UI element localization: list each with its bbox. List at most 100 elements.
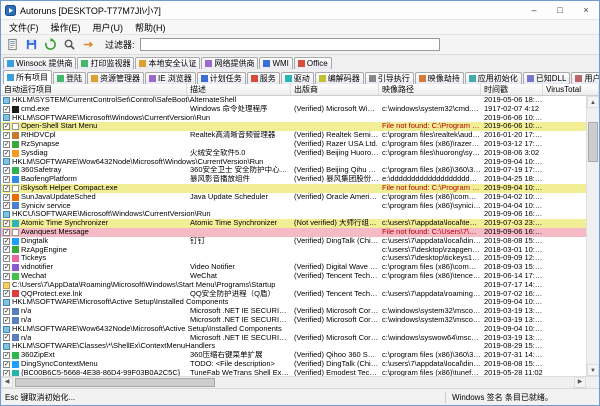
tab-upper-3[interactable]: 网络提供商 bbox=[201, 57, 258, 69]
location-row[interactable]: HKLM\SOFTWARE\Wow6432Node\Microsoft\Acti… bbox=[1, 325, 586, 334]
close-button[interactable]: × bbox=[573, 1, 599, 19]
entry-row[interactable]: ✓Open-Shell Start MenuFile not found: C:… bbox=[1, 122, 586, 131]
horizontal-scroll-track[interactable] bbox=[13, 377, 574, 388]
column-header-5[interactable]: VirusTotal bbox=[543, 84, 599, 95]
entry-row[interactable]: ✓n/aMicrosoft .NET IE SECURITY REGISTRAT… bbox=[1, 307, 586, 316]
column-header-3[interactable]: 映像路径 bbox=[379, 84, 481, 95]
entry-row[interactable]: ✓Dingtalk钉钉(Verified) DingTalk (China) I… bbox=[1, 237, 586, 246]
scroll-up-icon[interactable]: ▲ bbox=[587, 96, 599, 108]
tab-lower-3[interactable]: IE 浏览器 bbox=[145, 72, 196, 84]
jump-to-button[interactable] bbox=[80, 37, 97, 53]
entry-row[interactable]: ✓BaofengPlatform暴风影音播放组件(Verified) 暴风集团股… bbox=[1, 175, 586, 184]
location-row[interactable]: HKLM\SOFTWARE\Microsoft\Windows\CurrentV… bbox=[1, 114, 586, 123]
tab-lower-5[interactable]: 服务 bbox=[247, 72, 280, 84]
menu-item-3[interactable]: 帮助(H) bbox=[129, 21, 172, 34]
tab-upper-2[interactable]: 本地安全认证 bbox=[135, 57, 200, 69]
entry-row[interactable]: ✓vidnotifierVideo Notifier(Verified) Dig… bbox=[1, 263, 586, 272]
location-row[interactable]: HKLM\SOFTWARE\Microsoft\Active Setup\Ins… bbox=[1, 298, 586, 307]
properties-button[interactable] bbox=[4, 37, 21, 53]
entry-checkbox[interactable]: ✓ bbox=[3, 132, 10, 139]
tab-lower-11[interactable]: 已知DLL bbox=[523, 72, 571, 84]
entry-checkbox[interactable]: ✓ bbox=[3, 150, 10, 157]
entry-row[interactable]: ✓WechatWeChat(Verified) Tencent Technolo… bbox=[1, 272, 586, 281]
entry-row[interactable]: ✓Syniciv servicec:\program files (x86)\s… bbox=[1, 202, 586, 211]
entry-checkbox[interactable]: ✓ bbox=[3, 202, 10, 209]
save-button[interactable] bbox=[23, 37, 40, 53]
entry-row[interactable]: ✓Tickeysc:\users\7\desktop\tickeys1.1.1\… bbox=[1, 254, 586, 263]
entry-checkbox[interactable]: ✓ bbox=[3, 255, 10, 262]
location-row[interactable]: HKLM\SYSTEM\CurrentControlSet\Control\Sa… bbox=[1, 96, 586, 105]
entry-checkbox[interactable]: ✓ bbox=[3, 264, 10, 271]
tab-lower-6[interactable]: 驱动 bbox=[281, 72, 314, 84]
entry-row[interactable]: ✓QQProtect.exe.lnkQQ安全防护进程（Q盾）(Verified)… bbox=[1, 290, 586, 299]
scroll-right-icon[interactable]: ▶ bbox=[574, 377, 586, 388]
entry-row[interactable]: ✓360ZipExt360压缩右键菜单扩展(Verified) Qihoo 36… bbox=[1, 351, 586, 360]
tab-lower-1[interactable]: 登陆 bbox=[53, 72, 86, 84]
entry-row[interactable]: ✓n/aMicrosoft .NET IE SECURITY REGISTRAT… bbox=[1, 334, 586, 343]
tab-upper-5[interactable]: Office bbox=[294, 57, 332, 69]
minimize-button[interactable]: – bbox=[521, 1, 547, 19]
entry-row[interactable]: ✓DingSyncContextMenuTODO: <File descript… bbox=[1, 360, 586, 369]
scroll-left-icon[interactable]: ◀ bbox=[1, 377, 13, 388]
menu-item-0[interactable]: 文件(F) bbox=[3, 21, 45, 34]
entry-checkbox[interactable]: ✓ bbox=[3, 176, 10, 183]
entry-checkbox[interactable]: ✓ bbox=[3, 273, 10, 280]
scroll-down-icon[interactable]: ▼ bbox=[587, 364, 599, 376]
entry-checkbox[interactable]: ✓ bbox=[3, 246, 10, 253]
filter-input[interactable] bbox=[140, 38, 440, 51]
entry-checkbox[interactable]: ✓ bbox=[3, 185, 10, 192]
entry-row[interactable]: ✓RtHDVCplRealtek高清晰音频管理器(Verified) Realt… bbox=[1, 131, 586, 140]
tab-lower-12[interactable]: 用户登录 bbox=[571, 72, 600, 84]
entry-checkbox[interactable]: ✓ bbox=[3, 317, 10, 324]
entry-checkbox[interactable]: ✓ bbox=[3, 334, 10, 341]
entry-row[interactable]: ✓cmd.exeWindows 命令处理程序(Verified) Microso… bbox=[1, 105, 586, 114]
entry-row[interactable]: ✓{BC00B6C5-5668-4E38-86D4-99F03B0A2C5C}T… bbox=[1, 369, 586, 376]
vertical-scroll-thumb[interactable] bbox=[588, 122, 598, 162]
find-button[interactable] bbox=[61, 37, 78, 53]
location-row[interactable]: HKLM\SOFTWARE\Wow6432Node\Microsoft\Wind… bbox=[1, 158, 586, 167]
column-header-2[interactable]: 出版商 bbox=[291, 84, 379, 95]
location-row[interactable]: HKCU\SOFTWARE\Microsoft\Windows\CurrentV… bbox=[1, 210, 586, 219]
refresh-button[interactable] bbox=[42, 37, 59, 53]
entry-row[interactable]: ✓Avanquest MessageFile not found: C:\Use… bbox=[1, 228, 586, 237]
column-header-0[interactable]: 自动运行项目 bbox=[1, 84, 187, 95]
entry-checkbox[interactable]: ✓ bbox=[3, 167, 10, 174]
tab-lower-9[interactable]: 映像劫持 bbox=[415, 72, 464, 84]
horizontal-scroll-thumb[interactable] bbox=[15, 378, 215, 387]
column-header-4[interactable]: 时间戳 bbox=[481, 84, 543, 95]
tab-lower-4[interactable]: 计划任务 bbox=[197, 72, 246, 84]
entry-checkbox[interactable]: ✓ bbox=[3, 352, 10, 359]
tab-upper-0[interactable]: Winsock 提供商 bbox=[3, 57, 76, 69]
maximize-button[interactable]: □ bbox=[547, 1, 573, 19]
entry-row[interactable]: ✓Atomic Time SynchronizerAtomic Time Syn… bbox=[1, 219, 586, 228]
entry-row[interactable]: ✓360Safetray360安全卫士 安全防护中心模块(Verified) B… bbox=[1, 166, 586, 175]
tab-lower-2[interactable]: 资源管理器 bbox=[87, 72, 144, 84]
location-row[interactable]: HKLM\SOFTWARE\Classes\*\ShellEx\ContextM… bbox=[1, 342, 586, 351]
tab-lower-10[interactable]: 应用初始化 bbox=[465, 72, 522, 84]
menu-item-1[interactable]: 操作(E) bbox=[45, 21, 87, 34]
tab-upper-1[interactable]: 打印监视器 bbox=[77, 57, 134, 69]
entry-row[interactable]: ✓RzSynapse(Verified) Razer USA Ltd.c:\pr… bbox=[1, 140, 586, 149]
entry-checkbox[interactable]: ✓ bbox=[3, 123, 10, 130]
tab-lower-7[interactable]: 编解码器 bbox=[315, 72, 364, 84]
entry-checkbox[interactable]: ✓ bbox=[3, 229, 10, 236]
entry-row[interactable]: ✓Sysdiag火绒安全软件5.0(Verified) Beijing Huor… bbox=[1, 149, 586, 158]
entry-checkbox[interactable]: ✓ bbox=[3, 361, 10, 368]
entry-checkbox[interactable]: ✓ bbox=[3, 141, 10, 148]
tab-upper-4[interactable]: WMI bbox=[259, 57, 292, 69]
column-header-1[interactable]: 描述 bbox=[187, 84, 291, 95]
entry-row[interactable]: ✓SunJavaUpdateSchedJava Update Scheduler… bbox=[1, 193, 586, 202]
vertical-scroll-track[interactable] bbox=[587, 108, 599, 364]
entry-checkbox[interactable]: ✓ bbox=[3, 106, 10, 113]
tab-lower-0[interactable]: 所有项目 bbox=[3, 70, 52, 84]
location-row[interactable]: C:\Users\7\AppData\Roaming\Microsoft\Win… bbox=[1, 281, 586, 290]
entry-checkbox[interactable]: ✓ bbox=[3, 290, 10, 297]
menu-item-2[interactable]: 用户(U) bbox=[87, 21, 130, 34]
tab-lower-8[interactable]: 引导执行 bbox=[365, 72, 414, 84]
horizontal-scrollbar[interactable]: ◀ ▶ bbox=[1, 377, 586, 388]
entry-checkbox[interactable]: ✓ bbox=[3, 308, 10, 315]
entry-row[interactable]: ✓iSkysoft Helper Compact.exeFile not fou… bbox=[1, 184, 586, 193]
entry-row[interactable]: ✓n/aMicrosoft .NET IE SECURITY REGISTRAT… bbox=[1, 316, 586, 325]
entry-checkbox[interactable]: ✓ bbox=[3, 238, 10, 245]
vertical-scrollbar[interactable]: ▲ ▼ bbox=[586, 96, 599, 376]
